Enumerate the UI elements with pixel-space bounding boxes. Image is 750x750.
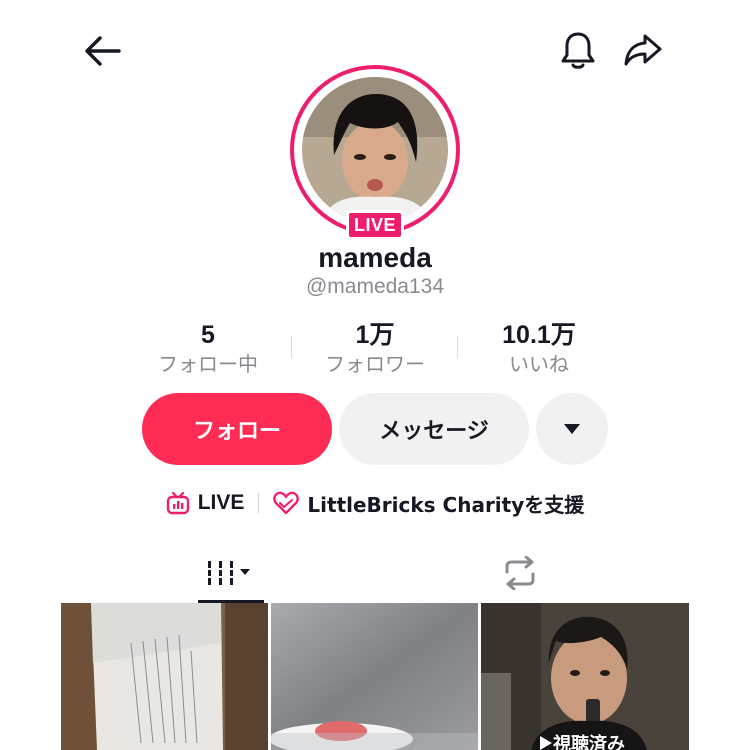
video-thumbnail-image xyxy=(271,603,478,750)
grid-bars-icon xyxy=(208,560,250,585)
live-tv-icon xyxy=(166,491,189,515)
watched-label: 視聴済み xyxy=(553,734,625,750)
follow-button[interactable]: フォロー xyxy=(142,393,332,465)
repost-icon xyxy=(505,555,535,590)
stat-likes[interactable]: 10.1万 いいね xyxy=(464,320,614,378)
stat-followers[interactable]: 1万 フォロワー xyxy=(300,320,450,378)
charity-link[interactable]: LittleBricks Charityを支援 xyxy=(273,489,584,518)
likes-count: 10.1万 xyxy=(502,321,576,349)
followers-count: 1万 xyxy=(355,321,395,349)
video-thumbnail-image xyxy=(61,603,268,750)
following-count: 5 xyxy=(201,321,215,349)
username: mameda xyxy=(318,242,432,273)
video-thumbnail[interactable] xyxy=(271,603,478,750)
profile-stats: 5 フォロー中 1万 フォロワー 10.1万 いいね xyxy=(140,320,610,380)
more-options-button[interactable] xyxy=(536,393,608,465)
tab-reposts[interactable] xyxy=(490,545,550,600)
live-badge[interactable]: LIVE xyxy=(346,210,404,240)
stat-divider xyxy=(457,336,458,358)
play-triangle-icon xyxy=(540,736,552,750)
bell-icon xyxy=(561,32,595,69)
link-divider xyxy=(258,493,260,513)
stat-following[interactable]: 5 フォロー中 xyxy=(133,320,283,378)
caret-down-icon xyxy=(564,424,580,434)
likes-label: いいね xyxy=(509,352,569,376)
stat-divider xyxy=(291,336,292,358)
arrow-left-icon xyxy=(85,36,121,66)
avatar[interactable] xyxy=(302,77,448,223)
content-tabs xyxy=(0,545,750,603)
charity-link-label: LittleBricks Charityを支援 xyxy=(307,492,585,517)
live-link[interactable]: LIVE xyxy=(166,491,245,515)
charity-heart-icon xyxy=(273,491,300,515)
notification-button[interactable] xyxy=(556,28,600,72)
following-label: フォロー中 xyxy=(158,352,258,376)
profile-actions: フォロー メッセージ xyxy=(0,393,750,465)
video-grid: 視聴済み xyxy=(61,603,689,750)
watched-badge: 視聴済み xyxy=(539,730,625,750)
video-thumbnail[interactable]: 視聴済み xyxy=(481,603,689,750)
video-thumbnail-image xyxy=(481,603,689,750)
video-thumbnail[interactable] xyxy=(61,603,268,750)
share-button[interactable] xyxy=(620,28,666,72)
profile-links: LIVE LittleBricks Charityを支援 xyxy=(0,487,750,519)
tab-videos[interactable] xyxy=(196,545,264,600)
share-arrow-icon xyxy=(624,34,662,66)
live-link-label: LIVE xyxy=(197,491,245,514)
back-button[interactable] xyxy=(80,30,126,72)
avatar-photo xyxy=(302,77,448,223)
followers-label: フォロワー xyxy=(325,352,425,376)
user-handle: @mameda134 xyxy=(305,275,445,298)
message-button[interactable]: メッセージ xyxy=(339,393,529,465)
